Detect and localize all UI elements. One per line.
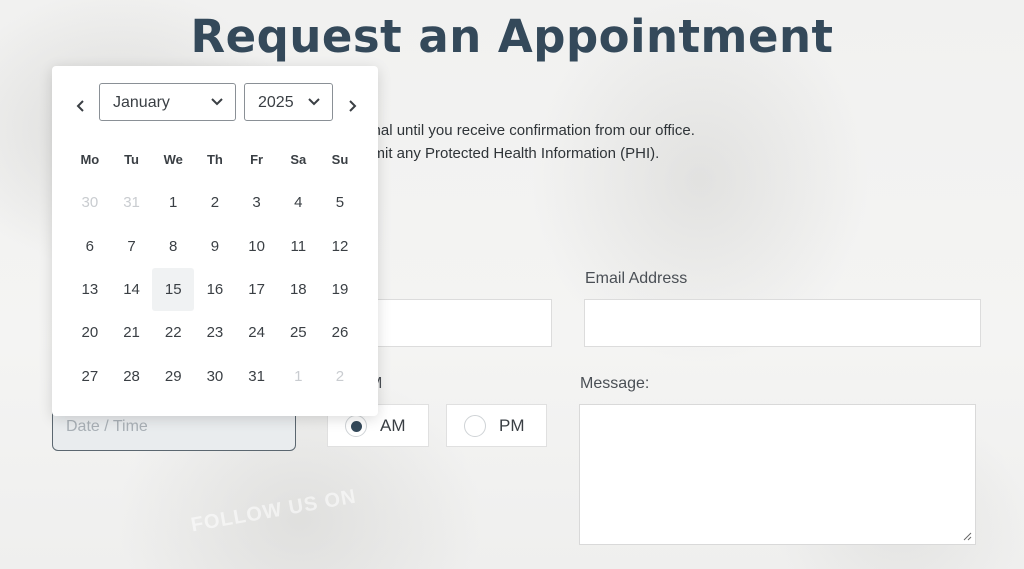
- calendar-day[interactable]: 27: [69, 355, 111, 398]
- calendar-day[interactable]: 14: [111, 268, 153, 311]
- calendar-day[interactable]: 2: [319, 355, 361, 398]
- notice-line-1: not final until you receive confirmation…: [340, 122, 695, 139]
- calendar-day[interactable]: 6: [69, 224, 111, 267]
- message-textarea[interactable]: [579, 404, 976, 545]
- weekday-label: Fr: [250, 152, 264, 167]
- am-label: AM: [380, 415, 406, 435]
- year-select-value: 2025: [258, 94, 294, 111]
- weekday-label: Sa: [290, 152, 307, 167]
- calendar-day[interactable]: 30: [194, 355, 236, 398]
- calendar-day[interactable]: 22: [152, 311, 194, 354]
- email-label: Email Address: [585, 270, 688, 287]
- pm-label: PM: [499, 415, 525, 435]
- page-title: Request an Appointment: [190, 10, 834, 63]
- prev-month-button[interactable]: [71, 96, 89, 116]
- chevron-left-icon: [76, 100, 84, 112]
- calendar-day[interactable]: 8: [152, 224, 194, 267]
- calendar-day[interactable]: 24: [236, 311, 278, 354]
- appointment-notice: not final until you receive confirmation…: [340, 119, 695, 165]
- calendar-week-row: 27 28 29 30 31 1 2: [69, 355, 361, 398]
- calendar-day-highlighted[interactable]: 15: [152, 267, 195, 312]
- radio-checked-icon: [345, 414, 367, 437]
- chevron-right-icon: [348, 100, 356, 112]
- calendar-day[interactable]: 4: [277, 181, 319, 224]
- calendar-week-row: 13 14 15 16 17 18 19: [69, 267, 361, 312]
- datepicker-popup: January 2025 Mo Tu We Th Fr Sa Su 30 31 1 2…: [52, 66, 378, 416]
- radio-unchecked-icon: [464, 414, 486, 437]
- calendar-day[interactable]: 21: [111, 311, 153, 354]
- calendar-day[interactable]: 2: [194, 181, 236, 224]
- calendar-week-row: 20 21 22 23 24 25 26: [69, 311, 361, 354]
- calendar-day[interactable]: 3: [236, 181, 278, 224]
- chevron-down-icon: [308, 98, 320, 106]
- weekday-label: Su: [331, 152, 349, 167]
- calendar-day[interactable]: 9: [194, 224, 236, 267]
- calendar-day[interactable]: 31: [111, 181, 153, 224]
- weekday-label: Th: [206, 152, 223, 167]
- calendar-day[interactable]: 13: [69, 268, 111, 311]
- calendar-week-row: 6 7 8 9 10 11 12: [69, 224, 361, 267]
- calendar-day[interactable]: 31: [236, 355, 278, 398]
- weekday-label: Tu: [124, 152, 139, 167]
- month-select[interactable]: January: [99, 83, 236, 121]
- weekday-label: Mo: [80, 152, 100, 167]
- next-month-button[interactable]: [343, 96, 361, 116]
- calendar-day[interactable]: 26: [319, 311, 361, 354]
- message-label: Message:: [580, 375, 650, 392]
- calendar-day[interactable]: 29: [152, 355, 194, 398]
- calendar-day[interactable]: 18: [277, 268, 319, 311]
- calendar-day[interactable]: 30: [69, 181, 111, 224]
- calendar-day[interactable]: 1: [152, 181, 194, 224]
- calendar-day[interactable]: 16: [194, 268, 236, 311]
- calendar-day[interactable]: 10: [236, 224, 278, 267]
- calendar-day[interactable]: 5: [319, 181, 361, 224]
- email-input[interactable]: [584, 299, 981, 347]
- notice-line-2: t submit any Protected Health Informatio…: [340, 145, 660, 162]
- calendar-day[interactable]: 23: [194, 311, 236, 354]
- weekday-label: We: [163, 152, 183, 167]
- calendar-day[interactable]: 19: [319, 268, 361, 311]
- resize-grip-icon[interactable]: [962, 531, 972, 541]
- calendar-week-row: 30 31 1 2 3 4 5: [69, 181, 361, 224]
- calendar-day[interactable]: 20: [69, 311, 111, 354]
- year-select[interactable]: 2025: [244, 83, 333, 121]
- calendar-day[interactable]: 28: [111, 355, 153, 398]
- calendar-day[interactable]: 25: [277, 311, 319, 354]
- calendar-day[interactable]: 17: [236, 268, 278, 311]
- calendar-day[interactable]: 7: [111, 224, 153, 267]
- calendar-day[interactable]: 12: [319, 224, 361, 267]
- calendar-day[interactable]: 1: [277, 355, 319, 398]
- month-select-value: January: [113, 94, 170, 111]
- pm-radio[interactable]: PM: [446, 404, 547, 447]
- weekday-header: Mo Tu We Th Fr Sa Su: [69, 152, 361, 167]
- calendar-day[interactable]: 11: [277, 224, 319, 267]
- chevron-down-icon: [211, 98, 223, 106]
